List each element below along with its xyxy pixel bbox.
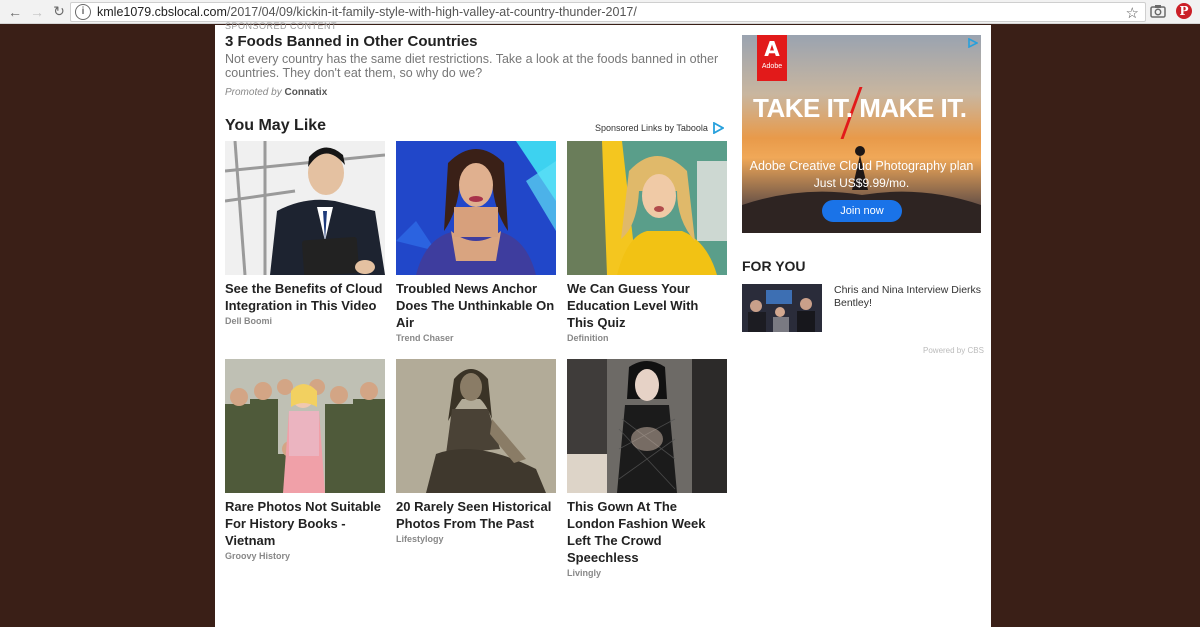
page-content: SPONSORED CONTENT 3 Foods Banned in Othe… xyxy=(215,21,991,627)
camera-icon[interactable] xyxy=(1150,4,1166,18)
promo-title[interactable]: 3 Foods Banned in Other Countries xyxy=(225,33,478,50)
taboola-sponsored-links[interactable]: Sponsored Links by Taboola xyxy=(595,122,724,134)
article-source[interactable]: Lifestylogy xyxy=(396,534,556,544)
article-source[interactable]: Groovy History xyxy=(225,551,385,561)
article-thumbnail[interactable] xyxy=(225,359,385,493)
promo-description[interactable]: Not every country has the same diet rest… xyxy=(225,52,730,80)
browser-toolbar: ← → ↻ i kmle1079.cbslocal.com/2017/04/09… xyxy=(0,0,1200,24)
for-you-heading: FOR YOU xyxy=(742,258,806,274)
for-you-item-title[interactable]: Chris and Nina Interview Dierks Bentley! xyxy=(834,284,984,310)
info-icon[interactable]: i xyxy=(75,4,91,20)
powered-by-cbs[interactable]: Powered by CBS xyxy=(923,346,984,355)
adchoices-icon[interactable] xyxy=(968,38,978,48)
article-thumbnail[interactable] xyxy=(567,141,727,275)
promoted-by-name[interactable]: Connatix xyxy=(284,87,327,98)
article-card-historical-photos[interactable]: 20 Rarely Seen Historical Photos From Th… xyxy=(396,359,556,544)
article-title[interactable]: This Gown At The London Fashion Week Lef… xyxy=(567,498,727,566)
url-text[interactable]: kmle1079.cbslocal.com/2017/04/09/kickin-… xyxy=(97,5,637,19)
article-title[interactable]: See the Benefits of Cloud Integration in… xyxy=(225,280,385,314)
you-may-like-heading: You May Like xyxy=(225,117,327,134)
bookmark-star-icon[interactable]: ☆ xyxy=(1126,4,1139,22)
ad-subtitle: Adobe Creative Cloud Photography plan xyxy=(749,159,974,173)
sponsored-label: SPONSORED CONTENT xyxy=(225,21,338,31)
url-host: kmle1079.cbslocal.com xyxy=(97,5,227,19)
article-source[interactable]: Livingly xyxy=(567,568,727,578)
sponsored-links-text: Sponsored Links by Taboola xyxy=(595,123,708,133)
article-thumbnail[interactable] xyxy=(396,359,556,493)
join-now-button[interactable]: Join now xyxy=(822,200,902,222)
article-card-education-quiz[interactable]: We Can Guess Your Education Level With T… xyxy=(567,141,727,343)
article-thumbnail[interactable] xyxy=(567,359,727,493)
article-title[interactable]: Troubled News Anchor Does The Unthinkabl… xyxy=(396,280,556,331)
article-card-cloud[interactable]: See the Benefits of Cloud Integration in… xyxy=(225,141,385,326)
url-path: /2017/04/09/kickin-it-family-style-with-… xyxy=(226,5,637,19)
adobe-brand-text: Adobe xyxy=(761,63,783,70)
pinterest-icon[interactable]: P xyxy=(1176,3,1192,19)
promoted-by-label: Promoted by xyxy=(225,87,282,98)
promoted-by: Promoted by Connatix xyxy=(225,87,327,98)
ad-price: Just US$9.99/mo. xyxy=(813,176,910,190)
article-thumbnail[interactable] xyxy=(396,141,556,275)
article-source[interactable]: Dell Boomi xyxy=(225,316,385,326)
adchoices-icon[interactable] xyxy=(712,122,724,134)
article-card-news-anchor[interactable]: Troubled News Anchor Does The Unthinkabl… xyxy=(396,141,556,343)
article-card-london-gown[interactable]: This Gown At The London Fashion Week Lef… xyxy=(567,359,727,578)
article-source[interactable]: Trend Chaser xyxy=(396,333,556,343)
article-source[interactable]: Definition xyxy=(567,333,727,343)
article-title[interactable]: 20 Rarely Seen Historical Photos From Th… xyxy=(396,498,556,532)
back-arrow-icon[interactable]: ← xyxy=(4,1,26,23)
ad-headline: TAKE IT. MAKE IT. xyxy=(753,93,967,123)
for-you-thumbnail[interactable] xyxy=(742,284,822,332)
reload-icon[interactable]: ↻ xyxy=(48,1,70,23)
article-title[interactable]: We Can Guess Your Education Level With T… xyxy=(567,280,727,331)
article-card-vietnam[interactable]: Rare Photos Not Suitable For History Boo… xyxy=(225,359,385,561)
address-bar[interactable]: i kmle1079.cbslocal.com/2017/04/09/kicki… xyxy=(70,2,1146,22)
adobe-logo: A Adobe xyxy=(757,35,787,81)
article-thumbnail[interactable] xyxy=(225,141,385,275)
forward-arrow-icon[interactable]: → xyxy=(26,1,48,23)
article-title[interactable]: Rare Photos Not Suitable For History Boo… xyxy=(225,498,385,549)
adobe-banner-ad[interactable]: A Adobe TAKE IT. MAKE IT. Adobe Creative… xyxy=(742,35,981,233)
